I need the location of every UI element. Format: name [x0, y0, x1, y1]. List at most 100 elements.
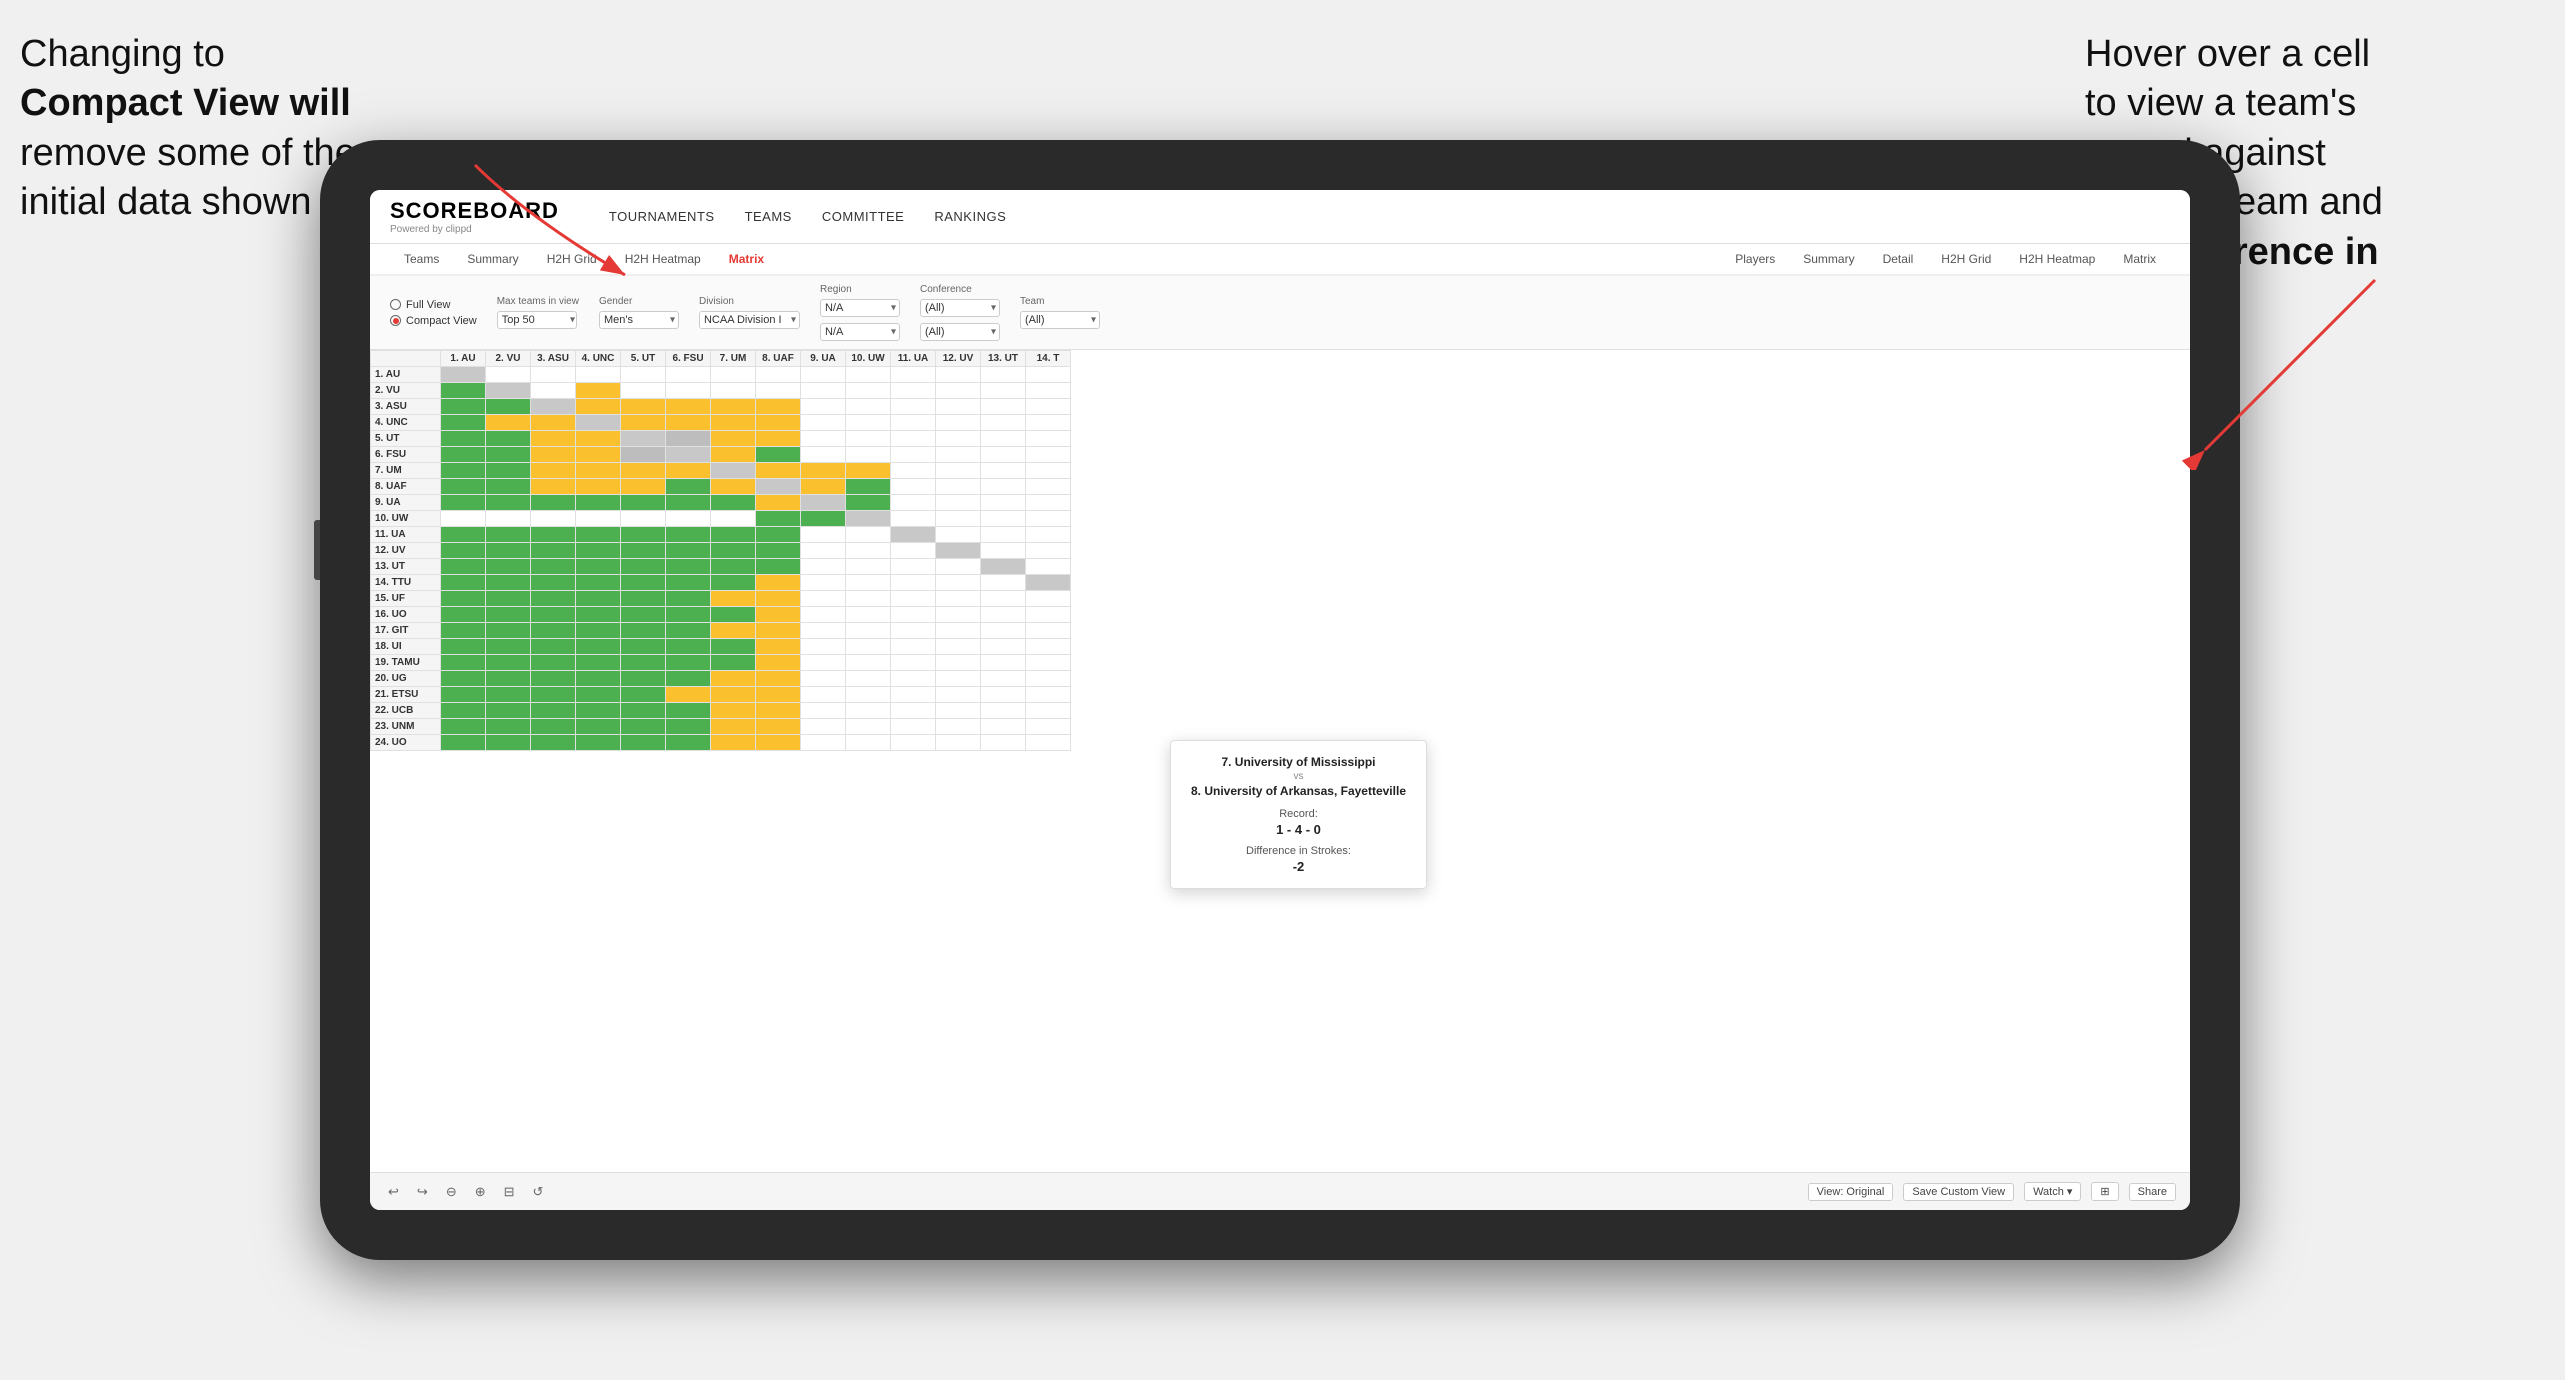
matrix-cell[interactable] [981, 719, 1026, 735]
matrix-cell[interactable] [846, 543, 891, 559]
matrix-cell[interactable] [801, 575, 846, 591]
matrix-cell[interactable] [981, 383, 1026, 399]
matrix-cell[interactable] [531, 495, 576, 511]
matrix-cell[interactable] [936, 703, 981, 719]
matrix-cell[interactable] [846, 607, 891, 623]
matrix-cell[interactable] [441, 703, 486, 719]
matrix-cell[interactable] [711, 431, 756, 447]
matrix-cell[interactable] [576, 703, 621, 719]
team-select[interactable]: (All) [1020, 311, 1100, 329]
matrix-cell[interactable] [1026, 431, 1071, 447]
matrix-cell[interactable] [936, 607, 981, 623]
matrix-cell[interactable] [666, 367, 711, 383]
matrix-cell[interactable] [801, 383, 846, 399]
matrix-cell[interactable] [801, 639, 846, 655]
matrix-cell[interactable] [486, 655, 531, 671]
matrix-cell[interactable] [1026, 479, 1071, 495]
matrix-cell[interactable] [621, 447, 666, 463]
matrix-cell[interactable] [846, 671, 891, 687]
matrix-cell[interactable] [756, 575, 801, 591]
matrix-cell[interactable] [846, 399, 891, 415]
nav-committee[interactable]: COMMITTEE [822, 209, 905, 224]
matrix-cell[interactable] [666, 415, 711, 431]
matrix-cell[interactable] [531, 671, 576, 687]
matrix-cell[interactable] [486, 495, 531, 511]
matrix-cell[interactable] [711, 735, 756, 751]
matrix-cell[interactable] [666, 399, 711, 415]
matrix-cell[interactable] [621, 495, 666, 511]
matrix-cell[interactable] [846, 559, 891, 575]
matrix-cell[interactable] [666, 447, 711, 463]
matrix-cell[interactable] [621, 431, 666, 447]
matrix-cell[interactable] [981, 703, 1026, 719]
matrix-cell[interactable] [981, 671, 1026, 687]
matrix-cell[interactable] [756, 719, 801, 735]
matrix-cell[interactable] [486, 575, 531, 591]
matrix-cell[interactable] [756, 431, 801, 447]
matrix-cell[interactable] [441, 527, 486, 543]
matrix-cell[interactable] [1026, 671, 1071, 687]
matrix-cell[interactable] [981, 655, 1026, 671]
matrix-cell[interactable] [891, 687, 936, 703]
compact-view-radio[interactable]: Compact View [390, 315, 477, 327]
matrix-cell[interactable] [846, 415, 891, 431]
matrix-cell[interactable] [801, 655, 846, 671]
matrix-cell[interactable] [1026, 719, 1071, 735]
fit-icon[interactable]: ⊟ [500, 1182, 519, 1202]
matrix-cell[interactable] [666, 463, 711, 479]
matrix-cell[interactable] [486, 719, 531, 735]
matrix-cell[interactable] [891, 495, 936, 511]
subnav-h2h-heatmap[interactable]: H2H Heatmap [611, 244, 715, 276]
subnav-matrix-left[interactable]: Matrix [715, 244, 778, 276]
matrix-cell[interactable] [621, 527, 666, 543]
matrix-cell[interactable] [936, 687, 981, 703]
matrix-cell[interactable] [576, 543, 621, 559]
matrix-cell[interactable] [576, 575, 621, 591]
matrix-cell[interactable] [891, 543, 936, 559]
matrix-cell[interactable] [846, 687, 891, 703]
matrix-cell[interactable] [846, 383, 891, 399]
matrix-cell[interactable] [981, 527, 1026, 543]
matrix-cell[interactable] [981, 623, 1026, 639]
matrix-cell[interactable] [486, 591, 531, 607]
matrix-cell[interactable] [891, 383, 936, 399]
matrix-cell[interactable] [666, 703, 711, 719]
matrix-cell[interactable] [486, 383, 531, 399]
matrix-cell[interactable] [936, 591, 981, 607]
matrix-cell[interactable] [756, 735, 801, 751]
matrix-cell[interactable] [531, 735, 576, 751]
matrix-cell[interactable] [441, 367, 486, 383]
matrix-cell[interactable] [621, 623, 666, 639]
matrix-cell[interactable] [441, 575, 486, 591]
matrix-cell[interactable] [441, 591, 486, 607]
matrix-cell[interactable] [756, 415, 801, 431]
matrix-cell[interactable] [621, 367, 666, 383]
matrix-cell[interactable] [756, 623, 801, 639]
matrix-cell[interactable] [711, 655, 756, 671]
matrix-cell[interactable] [756, 607, 801, 623]
matrix-cell[interactable] [891, 415, 936, 431]
matrix-cell[interactable] [981, 463, 1026, 479]
matrix-cell[interactable] [756, 559, 801, 575]
region-select2[interactable]: N/A [820, 323, 900, 341]
matrix-cell[interactable] [576, 591, 621, 607]
matrix-cell[interactable] [1026, 591, 1071, 607]
matrix-cell[interactable] [486, 527, 531, 543]
matrix-cell[interactable] [936, 543, 981, 559]
matrix-cell[interactable] [1026, 447, 1071, 463]
matrix-cell[interactable] [756, 639, 801, 655]
matrix-cell[interactable] [531, 543, 576, 559]
matrix-cell[interactable] [621, 383, 666, 399]
matrix-cell[interactable] [486, 671, 531, 687]
matrix-cell[interactable] [801, 543, 846, 559]
matrix-cell[interactable] [576, 463, 621, 479]
matrix-cell[interactable] [1026, 575, 1071, 591]
matrix-cell[interactable] [441, 719, 486, 735]
matrix-cell[interactable] [531, 431, 576, 447]
matrix-cell[interactable] [576, 623, 621, 639]
matrix-cell[interactable] [1026, 527, 1071, 543]
subnav-summary[interactable]: Summary [453, 244, 532, 276]
matrix-cell[interactable] [801, 479, 846, 495]
matrix-cell[interactable] [531, 383, 576, 399]
matrix-cell[interactable] [486, 367, 531, 383]
